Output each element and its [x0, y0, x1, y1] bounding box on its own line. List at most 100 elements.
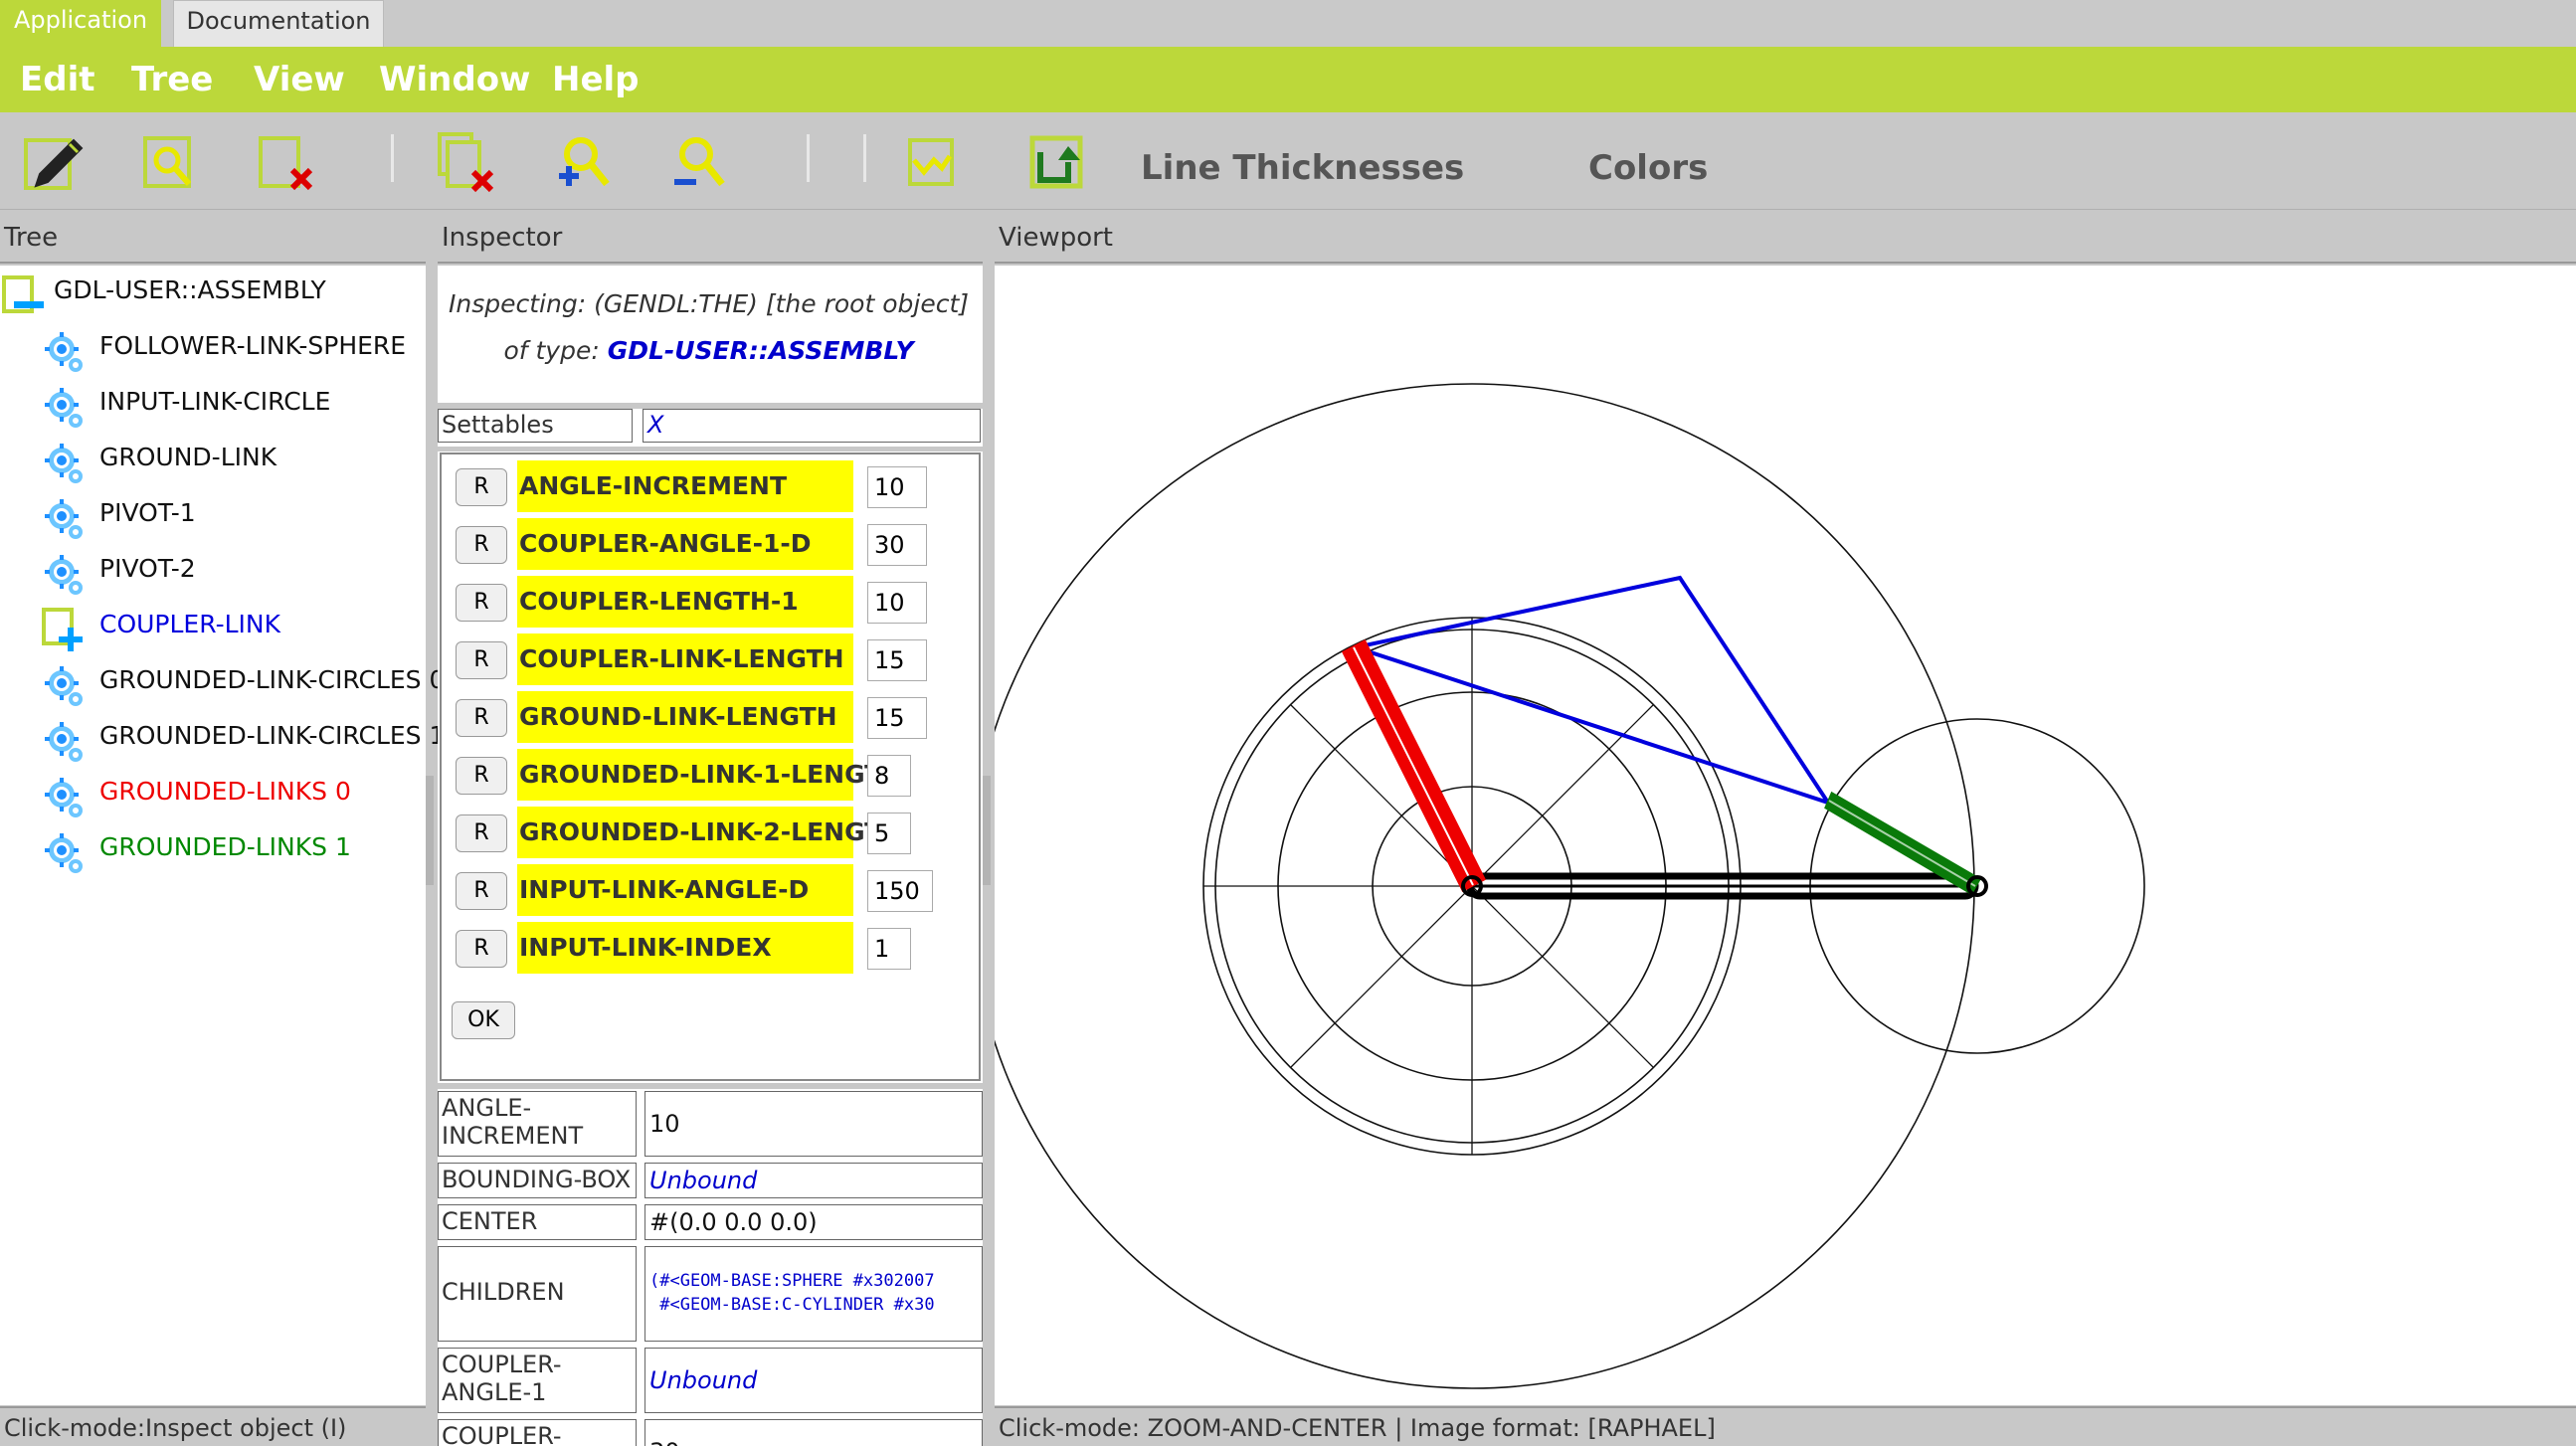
reset-button[interactable]: R: [456, 641, 507, 679]
reset-button[interactable]: R: [456, 930, 507, 968]
settable-value-input[interactable]: 30: [867, 524, 927, 566]
slot-row-children: CHILDREN (#<GEOM-BASE:SPHERE #x302007 #<…: [438, 1246, 983, 1344]
collapse-node-icon[interactable]: [0, 271, 50, 321]
gear-icon: [40, 439, 90, 488]
tree-node[interactable]: INPUT-LINK-CIRCLE: [0, 377, 423, 433]
settable-name: GROUND-LINK-LENGTH: [517, 691, 853, 743]
settables-label: Settables: [438, 409, 633, 443]
settable-value-input[interactable]: 1: [867, 928, 911, 970]
menu-edit[interactable]: Edit: [20, 47, 94, 112]
tree-root-node[interactable]: GDL-USER::ASSEMBLY: [0, 266, 423, 321]
refresh-icon[interactable]: [1024, 130, 1090, 196]
menu-bar: Edit Tree View Window Help: [0, 47, 2576, 112]
settable-value-input[interactable]: 15: [867, 639, 927, 681]
reset-button[interactable]: R: [456, 584, 507, 622]
inspector-divider: [438, 1083, 983, 1089]
viewport-panel-header: Viewport: [995, 212, 2576, 264]
gear-icon: [40, 773, 90, 822]
zoom-in-icon[interactable]: [553, 130, 619, 196]
settable-row: R INPUT-LINK-ANGLE-D 150: [456, 864, 973, 916]
settable-name: ANGLE-INCREMENT: [517, 460, 853, 512]
line-thicknesses-button[interactable]: Line Thicknesses: [1141, 112, 1464, 210]
settable-value-input[interactable]: 10: [867, 466, 927, 508]
slot-value: 30: [644, 1419, 983, 1446]
slot-key: CHILDREN: [438, 1246, 637, 1342]
settable-row: R GROUND-LINK-LENGTH 15: [456, 691, 973, 743]
slot-key: CENTER: [438, 1204, 637, 1240]
splitter-handle[interactable]: [983, 776, 991, 885]
slot-value-link[interactable]: Unbound: [644, 1163, 983, 1198]
tree-node-label: COUPLER-LINK: [99, 610, 281, 638]
reset-button[interactable]: R: [456, 757, 507, 795]
settable-row: R INPUT-LINK-INDEX 1: [456, 922, 973, 974]
viewport-canvas[interactable]: [969, 266, 2576, 1405]
tree-node[interactable]: GROUNDED-LINKS 0: [0, 767, 423, 822]
settables-row: Settables X: [438, 409, 983, 445]
search-icon[interactable]: [141, 130, 207, 196]
gear-icon: [40, 661, 90, 711]
tab-application[interactable]: Application: [0, 0, 161, 47]
tree-node[interactable]: PIVOT-1: [0, 488, 423, 544]
settable-value-input[interactable]: 10: [867, 582, 927, 624]
tree-node[interactable]: PIVOT-2: [0, 544, 423, 600]
linkage-drawing: [969, 383, 2145, 1389]
of-type-link[interactable]: GDL-USER::ASSEMBLY: [608, 336, 914, 365]
tree-node[interactable]: GROUNDED-LINKS 1: [0, 822, 423, 878]
settable-name: GROUNDED-LINK-2-LENGTH: [517, 807, 902, 858]
reset-button[interactable]: R: [456, 468, 507, 506]
slot-value: 10: [644, 1091, 983, 1157]
slot-key: COUPLER- ANGLE-1: [438, 1348, 637, 1413]
settables-x-link[interactable]: X: [643, 409, 981, 443]
tree-node[interactable]: COUPLER-LINK: [0, 600, 423, 655]
settable-value-input[interactable]: 8: [867, 755, 911, 797]
of-type-prefix: of type:: [503, 336, 608, 365]
tree-node-label: PIVOT-2: [99, 554, 196, 583]
zoom-out-icon[interactable]: [668, 130, 734, 196]
chart-icon[interactable]: [900, 130, 966, 196]
viewport-status-bar: Click-mode: ZOOM-AND-CENTER | Image form…: [995, 1406, 2576, 1446]
reset-button[interactable]: R: [456, 814, 507, 852]
reset-button[interactable]: R: [456, 526, 507, 564]
delete-node-icon[interactable]: [257, 130, 322, 196]
settable-name: INPUT-LINK-INDEX: [517, 922, 853, 974]
settable-name: COUPLER-LENGTH-1: [517, 576, 853, 628]
tree-node-label: GROUND-LINK: [99, 443, 277, 471]
edit-pencil-icon[interactable]: [22, 130, 88, 196]
settable-value-input[interactable]: 15: [867, 697, 927, 739]
splitter-handle[interactable]: [426, 776, 434, 885]
menu-window[interactable]: Window: [379, 47, 530, 112]
settable-row: R GROUNDED-LINK-2-LENGTH 5: [456, 807, 973, 858]
toolbar-separator: [391, 134, 394, 182]
tab-documentation[interactable]: Documentation: [173, 0, 384, 47]
tree-node[interactable]: GROUNDED-LINK-CIRCLES 0: [0, 655, 445, 711]
menu-view[interactable]: View: [254, 47, 345, 112]
settable-name: COUPLER-LINK-LENGTH: [517, 633, 853, 685]
tree-panel: GDL-USER::ASSEMBLY FOLLOWER-LINK-SPHEREI…: [0, 266, 445, 1405]
slot-row-center: CENTER #(0.0 0.0 0.0): [438, 1204, 983, 1242]
ok-button[interactable]: OK: [452, 1001, 515, 1039]
slot-key: ANGLE- INCREMENT: [438, 1091, 637, 1157]
settable-row: R GROUNDED-LINK-1-LENGTH 8: [456, 749, 973, 801]
tree-node[interactable]: GROUNDED-LINK-CIRCLES 1: [0, 711, 445, 767]
menu-help[interactable]: Help: [552, 47, 640, 112]
slot-row-bounding-box: BOUNDING-BOX Unbound: [438, 1163, 983, 1200]
settable-value-input[interactable]: 5: [867, 813, 911, 854]
expand-node-icon[interactable]: [40, 606, 90, 655]
inspecting-label: Inspecting: (GENDL:THE) [the root object…: [449, 289, 969, 318]
slot-value-link[interactable]: (#<GEOM-BASE:SPHERE #x302007 #<GEOM-BASE…: [644, 1246, 983, 1342]
gear-icon: [40, 383, 90, 433]
tree-node[interactable]: GROUND-LINK: [0, 433, 423, 488]
colors-button[interactable]: Colors: [1588, 112, 1708, 210]
reset-button[interactable]: R: [456, 872, 507, 910]
toolbar: Line Thicknesses Colors: [0, 112, 2576, 210]
settable-row: R COUPLER-LENGTH-1 10: [456, 576, 973, 628]
reset-button[interactable]: R: [456, 699, 507, 737]
menu-tree[interactable]: Tree: [131, 47, 213, 112]
tree-node-label: INPUT-LINK-CIRCLE: [99, 387, 331, 416]
slot-value-link[interactable]: Unbound: [644, 1348, 983, 1413]
tree-node[interactable]: FOLLOWER-LINK-SPHERE: [0, 321, 423, 377]
tree-panel-header: Tree: [0, 212, 426, 264]
delete-all-icon[interactable]: [436, 130, 501, 196]
settable-value-input[interactable]: 150: [867, 870, 933, 912]
settable-name: INPUT-LINK-ANGLE-D: [517, 864, 853, 916]
